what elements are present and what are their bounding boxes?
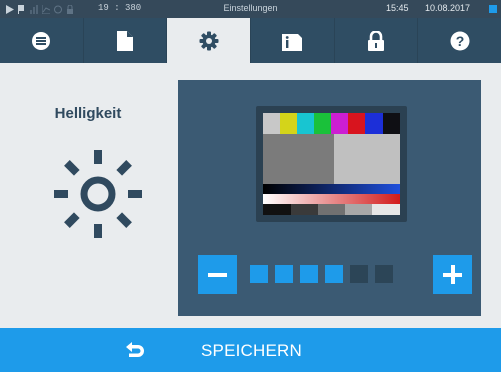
increase-brightness-button[interactable]: [433, 255, 472, 294]
brightness-segment: [325, 265, 343, 283]
tab-help[interactable]: ?: [418, 18, 501, 63]
brightness-segment: [300, 265, 318, 283]
tab-settings[interactable]: [167, 18, 252, 63]
brightness-panel: [178, 80, 481, 316]
tab-document[interactable]: [84, 18, 168, 63]
tab-info-sd-card[interactable]: [251, 18, 335, 63]
tab-bar: ?: [0, 18, 501, 63]
status-time: 15:45: [386, 3, 409, 13]
tab-lock[interactable]: [335, 18, 419, 63]
setting-info-panel: Helligkeit: [0, 63, 176, 328]
decrease-brightness-button[interactable]: [198, 255, 237, 294]
document-icon: [117, 30, 133, 51]
status-date: 10.08.2017: [425, 3, 471, 13]
test-pattern-preview: [256, 106, 407, 222]
test-pattern-image: [263, 113, 400, 215]
gear-icon: [199, 31, 219, 50]
brightness-level-indicator: [250, 265, 393, 283]
list-icon: [32, 31, 51, 50]
brightness-segment: [375, 265, 393, 283]
help-icon: ?: [450, 31, 470, 50]
status-bar: 19 : 380 Einstellungen 15:45 10.08.2017: [0, 0, 501, 18]
tab-list[interactable]: [0, 18, 84, 63]
info-sd-card-icon: [282, 33, 303, 51]
brightness-segment: [250, 265, 268, 283]
lock-icon: [368, 30, 385, 51]
brightness-segment: [350, 265, 368, 283]
brightness-segment: [275, 265, 293, 283]
sun-icon: [54, 150, 142, 238]
back-arrow-icon: [126, 342, 144, 357]
status-indicator: [489, 5, 497, 13]
footer-bar: SPEICHERN: [0, 328, 501, 372]
setting-label: Helligkeit: [54, 105, 122, 122]
svg-text:?: ?: [455, 33, 464, 49]
back-button[interactable]: [113, 328, 157, 372]
save-button[interactable]: SPEICHERN: [201, 341, 302, 361]
